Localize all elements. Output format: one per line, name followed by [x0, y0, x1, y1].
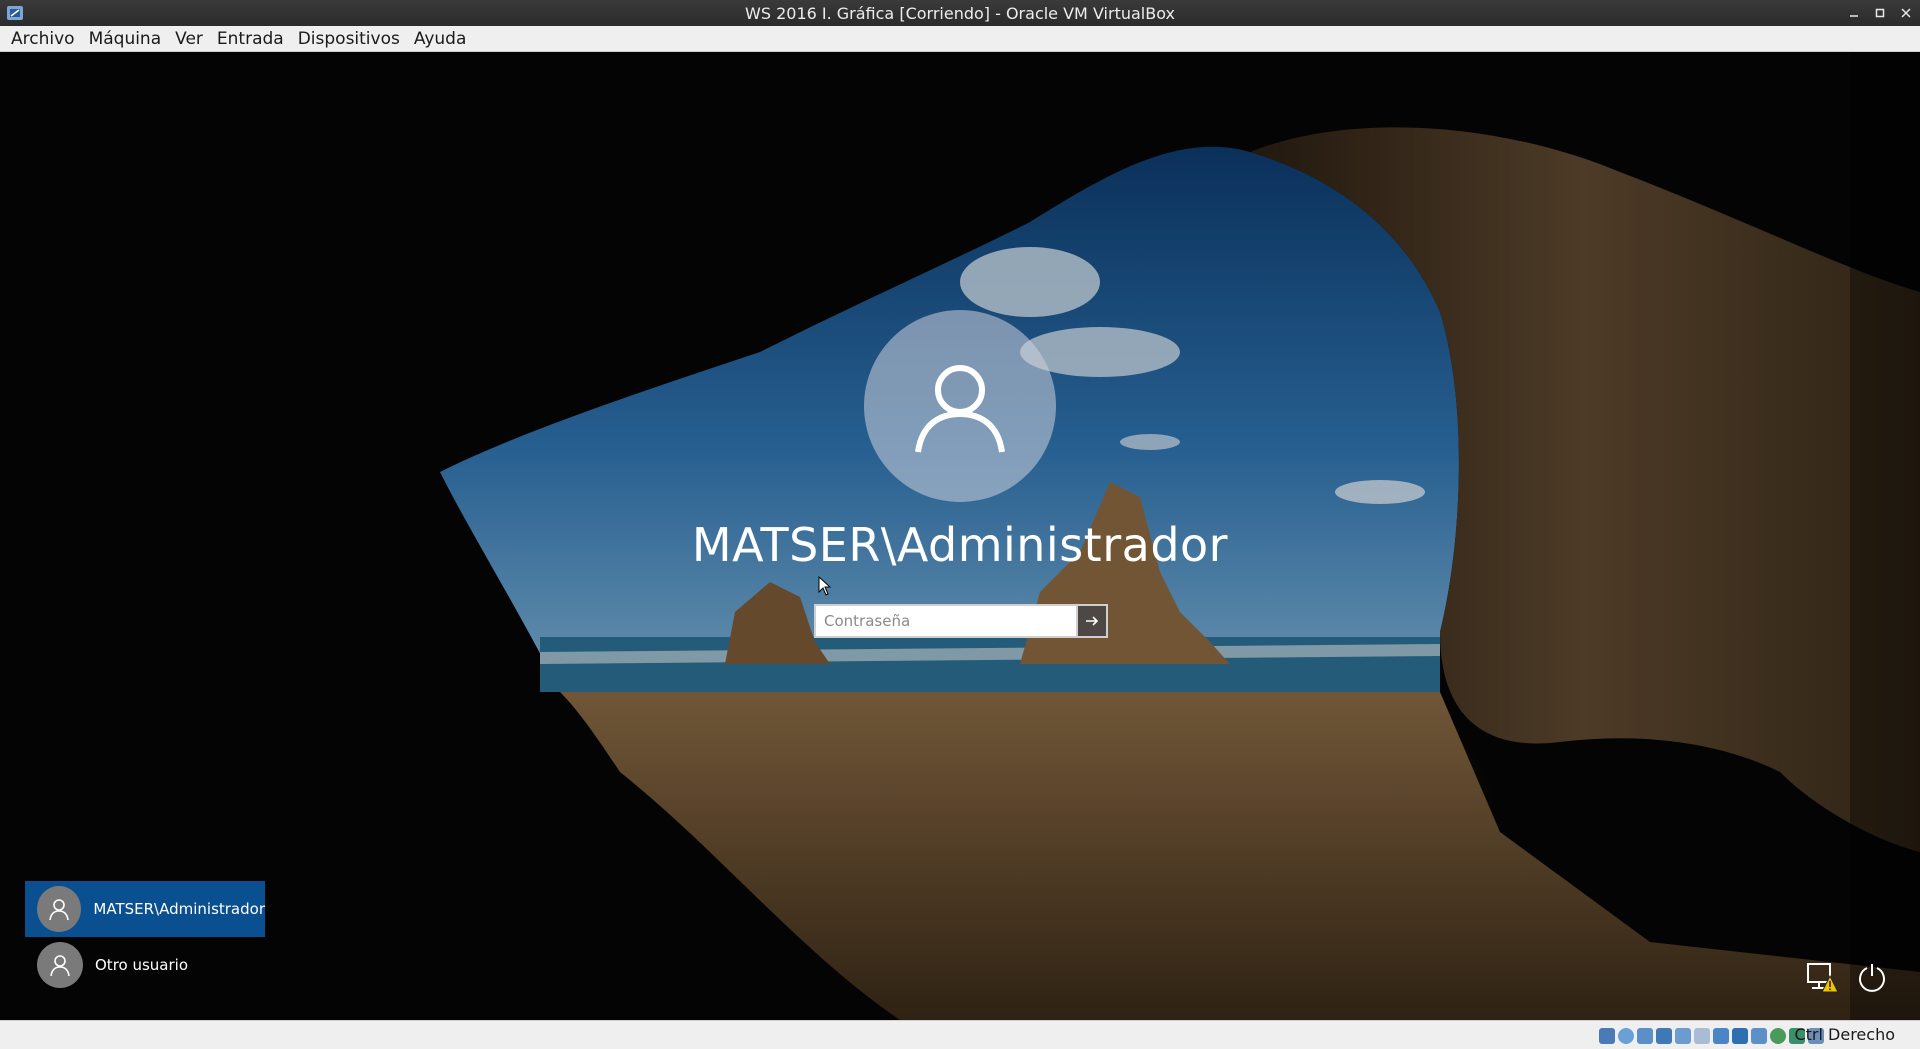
cpu-icon[interactable] [1751, 1028, 1767, 1044]
user-icon [50, 955, 70, 977]
audio-icon[interactable] [1637, 1028, 1653, 1044]
user-tile-label: Otro usuario [95, 956, 189, 974]
video-capture-icon[interactable] [1732, 1028, 1748, 1044]
user-icon [49, 899, 69, 921]
network-icon[interactable] [1656, 1028, 1672, 1044]
password-input[interactable] [814, 604, 1076, 638]
user-avatar [864, 310, 1056, 502]
user-icon [915, 365, 1005, 453]
menu-archivo[interactable]: Archivo [4, 26, 82, 52]
virtualbox-app-icon[interactable] [6, 4, 24, 22]
user-avatar-small [37, 942, 83, 988]
mouse-cursor-icon [818, 576, 832, 596]
minimize-button[interactable] [1848, 7, 1860, 19]
user-avatar-small [37, 886, 82, 932]
virtualbox-window: WS 2016 I. Gráfica [Corriendo] - Oracle … [0, 0, 1920, 1049]
user-tile-administrador[interactable]: MATSER\Administrador [25, 881, 265, 937]
display-icon[interactable] [1713, 1028, 1729, 1044]
menu-entrada[interactable]: Entrada [210, 26, 291, 52]
arrow-right-icon [1086, 616, 1099, 626]
host-key-label: Ctrl Derecho [1794, 1025, 1895, 1044]
login-username: MATSER\Administrador [691, 518, 1229, 572]
menu-maquina[interactable]: Máquina [82, 26, 169, 52]
status-icons [1599, 1028, 1824, 1044]
submit-button[interactable] [1076, 604, 1108, 638]
user-tile-otro-usuario[interactable]: Otro usuario [25, 937, 265, 993]
virtualization-icon[interactable] [1770, 1028, 1786, 1044]
usb-icon[interactable] [1675, 1028, 1691, 1044]
maximize-button[interactable] [1874, 7, 1886, 19]
vm-display[interactable]: MATSER\Administrador MATSER\Administrado… [0, 52, 1920, 1020]
shared-folders-icon[interactable] [1694, 1028, 1710, 1044]
window-title: WS 2016 I. Gráfica [Corriendo] - Oracle … [745, 3, 1175, 23]
user-list: MATSER\Administrador Otro usuario [25, 881, 265, 993]
status-bar: Ctrl Derecho [0, 1020, 1920, 1049]
close-button[interactable] [1900, 7, 1912, 19]
optical-drive-icon[interactable] [1618, 1028, 1634, 1044]
menu-ver[interactable]: Ver [168, 26, 210, 52]
network-warning-icon[interactable] [1806, 962, 1840, 994]
title-bar[interactable]: WS 2016 I. Gráfica [Corriendo] - Oracle … [0, 0, 1920, 26]
power-icon[interactable] [1856, 962, 1888, 994]
menu-dispositivos[interactable]: Dispositivos [291, 26, 407, 52]
menu-ayuda[interactable]: Ayuda [407, 26, 474, 52]
menu-bar: Archivo Máquina Ver Entrada Dispositivos… [0, 26, 1920, 52]
user-tile-label: MATSER\Administrador [93, 900, 265, 918]
password-box [814, 604, 1108, 638]
hard-disk-icon[interactable] [1599, 1028, 1615, 1044]
